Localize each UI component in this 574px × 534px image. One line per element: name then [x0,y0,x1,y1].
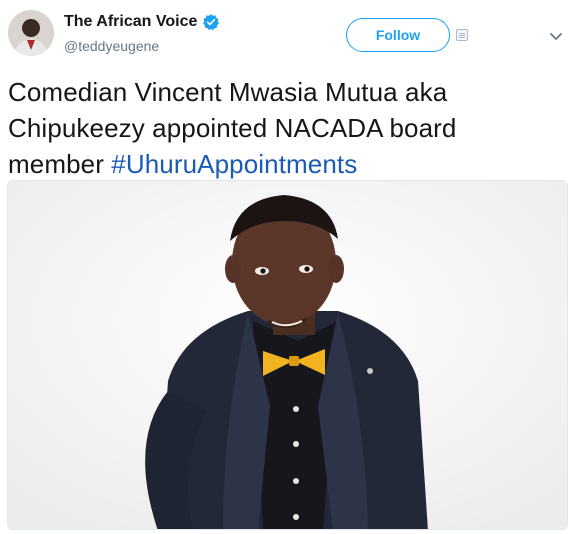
hashtag-link[interactable]: #UhuruAppointments [111,149,357,179]
tweet-photo[interactable] [7,180,568,530]
tweet-text-line-3: member #UhuruAppointments [8,146,568,182]
user-handle[interactable]: @teddyeugene [64,38,159,54]
chevron-down-icon[interactable] [548,28,564,44]
tweet-card: The African Voice @teddyeugene Follow Co… [0,0,574,534]
follow-options-icon[interactable] [456,29,468,41]
display-name[interactable]: The African Voice [64,13,197,31]
avatar[interactable] [8,10,54,56]
man-in-suit-photo-icon [8,181,567,529]
tweet-text: Comedian Vincent Mwasia Mutua aka Chipuk… [8,74,568,182]
verified-badge-icon [202,13,220,31]
tweet-text-line-2: Chipukeezy appointed NACADA board [8,113,457,143]
user-name-row[interactable]: The African Voice [64,13,220,31]
tweet-text-line-3-prefix: member [8,149,112,179]
tweet-text-line-1: Comedian Vincent Mwasia Mutua aka [8,77,448,107]
avatar-image-icon [8,10,54,56]
follow-button[interactable]: Follow [346,18,450,52]
